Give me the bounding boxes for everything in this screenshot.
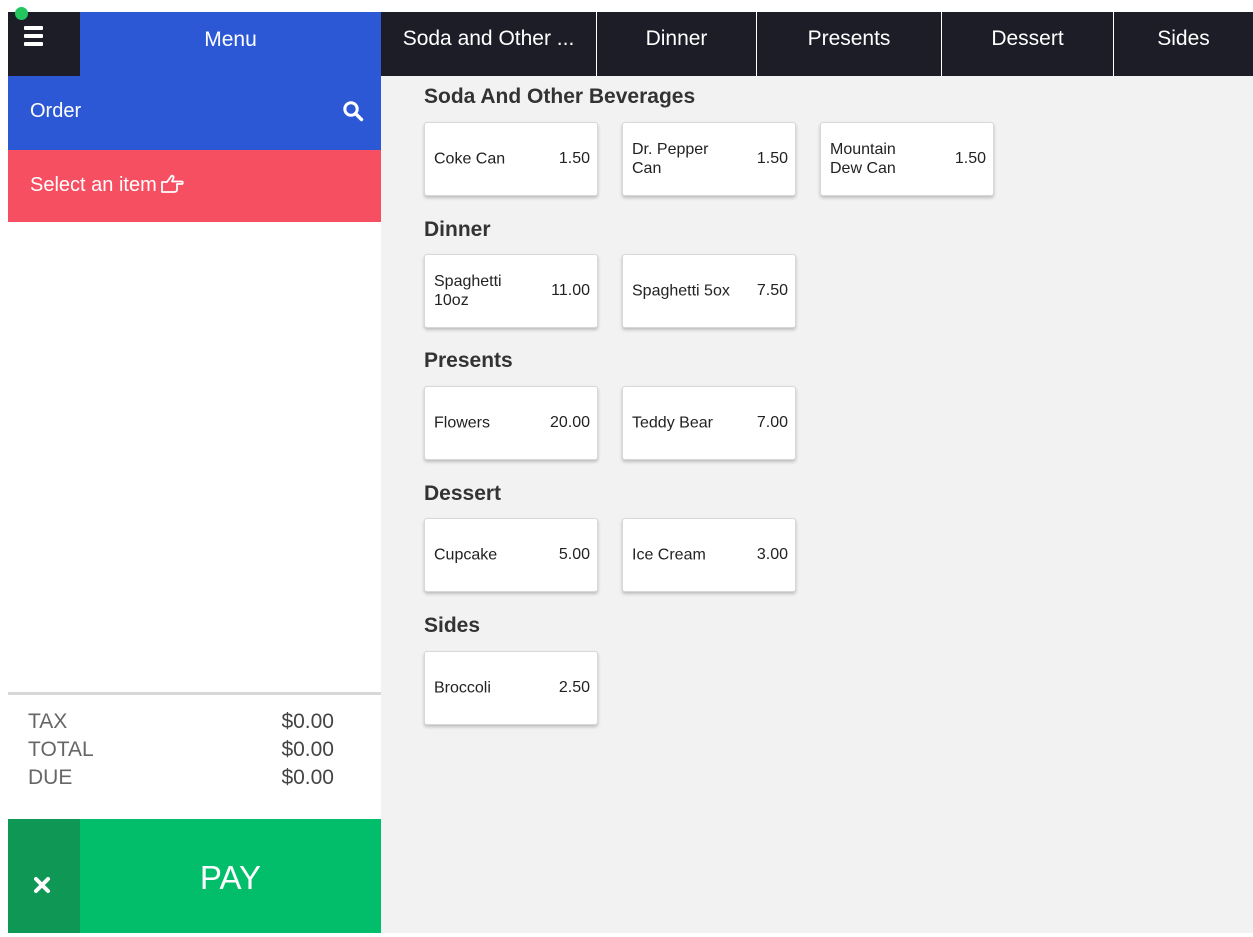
item-name: Broccoli	[434, 679, 491, 697]
item-price: 7.00	[756, 414, 788, 431]
order-items-list	[8, 222, 381, 692]
item-price: 5.00	[558, 546, 590, 563]
menu-item-spaghetti-5ox[interactable]: Spaghetti 5ox 7.50	[622, 254, 796, 328]
hamburger-icon-bar	[24, 34, 43, 38]
item-name: Dr. Pepper Can	[632, 141, 709, 177]
item-price: 7.50	[756, 282, 788, 299]
menu-item-cupcake[interactable]: Cupcake 5.00	[424, 518, 598, 592]
select-item-text: Select an item	[30, 174, 157, 196]
hamburger-icon	[24, 26, 43, 30]
hamburger-icon-bar	[24, 42, 43, 46]
hamburger-menu-button[interactable]	[8, 7, 80, 76]
totals-panel: TAX $0.00 TOTAL $0.00 DUE $0.00	[8, 692, 381, 819]
item-price: 11.00	[551, 282, 590, 299]
cancel-order-button[interactable]	[8, 819, 80, 933]
pay-button[interactable]: PAY	[80, 819, 381, 933]
tax-label: TAX	[28, 710, 68, 733]
select-item-prompt: Select an item	[30, 174, 184, 197]
total-value: $0.00	[281, 738, 334, 761]
menu-title: Menu	[204, 28, 257, 51]
menu-bar: Menu	[8, 7, 381, 76]
menu-content: Soda And Other Beverages Coke Can 1.50 D…	[381, 76, 1253, 933]
item-name: Spaghetti 5ox	[632, 282, 730, 300]
tab-sides[interactable]: Sides	[1113, 12, 1253, 76]
item-price: 1.50	[558, 150, 590, 167]
search-button[interactable]	[342, 100, 366, 124]
section-title-soda: Soda And Other Beverages	[424, 85, 696, 108]
order-panel: Menu Order Select an item TAX $0.00 TOTA…	[8, 7, 381, 933]
menu-item-broccoli[interactable]: Broccoli 2.50	[424, 651, 598, 725]
order-label: Order	[30, 100, 82, 122]
item-price: 2.50	[558, 679, 590, 696]
item-price: 20.00	[549, 414, 590, 431]
item-name: Ice Cream	[632, 546, 706, 564]
close-icon	[34, 877, 50, 893]
item-name: Flowers	[434, 414, 491, 432]
item-name: Mountain Dew Can	[830, 141, 896, 177]
total-label: TOTAL	[28, 738, 94, 761]
tab-presents[interactable]: Presents	[756, 12, 941, 76]
menu-item-flowers[interactable]: Flowers 20.00	[424, 386, 598, 460]
tab-soda[interactable]: Soda and Other ...	[381, 12, 596, 76]
due-label: DUE	[28, 766, 73, 789]
select-item-banner: Select an item	[8, 150, 381, 222]
online-status-dot	[15, 7, 28, 20]
tab-dessert[interactable]: Dessert	[941, 12, 1113, 76]
item-name: Teddy Bear	[632, 414, 713, 432]
menu-item-teddy-bear[interactable]: Teddy Bear 7.00	[622, 386, 796, 460]
due-value: $0.00	[281, 766, 334, 789]
menu-item-dr-pepper-can[interactable]: Dr. Pepper Can 1.50	[622, 122, 796, 196]
item-name: Spaghetti 10oz	[434, 273, 502, 309]
item-price: 3.00	[756, 546, 788, 563]
pointing-hand-icon	[160, 174, 184, 193]
item-price: 1.50	[756, 150, 788, 167]
pos-app: Menu Order Select an item TAX $0.00 TOTA…	[8, 7, 1253, 933]
section-title-presents: Presents	[424, 349, 513, 372]
item-name: Cupcake	[434, 546, 498, 564]
menu-item-ice-cream[interactable]: Ice Cream 3.00	[622, 518, 796, 592]
tab-dinner[interactable]: Dinner	[596, 12, 756, 76]
search-icon	[343, 101, 364, 122]
category-tabs: Soda and Other ... Dinner Presents Desse…	[381, 12, 1253, 76]
menu-item-mountain-dew-can[interactable]: Mountain Dew Can 1.50	[820, 122, 994, 196]
section-title-dinner: Dinner	[424, 218, 491, 241]
item-name: Coke Can	[434, 150, 506, 168]
menu-item-spaghetti-10oz[interactable]: Spaghetti 10oz 11.00	[424, 254, 598, 328]
tax-value: $0.00	[281, 710, 334, 733]
item-price: 1.50	[954, 150, 986, 167]
section-title-sides: Sides	[424, 614, 481, 637]
menu-item-coke-can[interactable]: Coke Can 1.50	[424, 122, 598, 196]
order-header: Order	[8, 76, 381, 150]
section-title-dessert: Dessert	[424, 482, 502, 505]
